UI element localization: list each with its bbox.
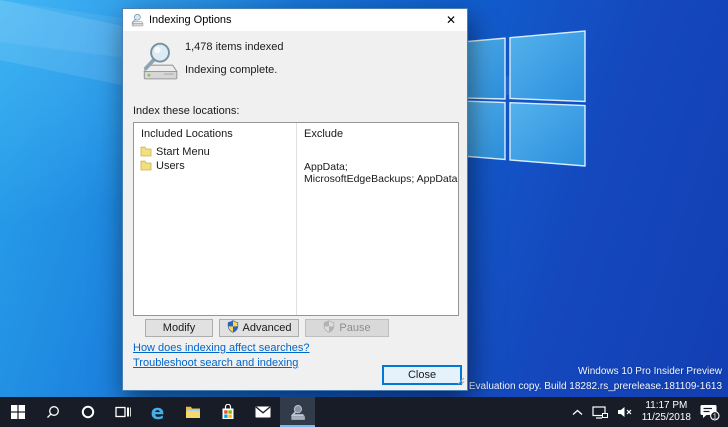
- indexed-locations-list[interactable]: Included Locations Exclude Start Menu Us…: [133, 122, 459, 316]
- store-icon: [222, 404, 233, 419]
- cortana-button[interactable]: [70, 397, 105, 427]
- link-how-indexing-affects-searches[interactable]: How does indexing affect searches?: [133, 342, 310, 354]
- watermark-line1: Windows 10 Pro Insider Preview: [578, 366, 722, 377]
- volume-muted-icon[interactable]: [617, 406, 633, 418]
- taskbar: e 11:17 PM 11/25/2018 1: [0, 397, 728, 427]
- taskbar-search-button[interactable]: [35, 397, 70, 427]
- task-view-icon: [114, 406, 131, 418]
- titlebar[interactable]: Indexing Options ✕: [123, 9, 467, 31]
- folder-icon: [140, 146, 152, 160]
- window-title: Indexing Options: [149, 14, 232, 26]
- system-tray: 11:17 PM 11/25/2018 1: [572, 397, 728, 427]
- list-item-start-menu[interactable]: Start Menu: [156, 146, 210, 158]
- indexing-status-text: Indexing complete.: [185, 64, 278, 76]
- tray-time: 11:17 PM: [645, 400, 688, 411]
- resize-grip[interactable]: [455, 375, 465, 388]
- start-button[interactable]: [0, 397, 35, 427]
- column-header-included: Included Locations: [141, 128, 233, 140]
- screen: Windows 10 Pro Insider Preview Evaluatio…: [0, 0, 728, 427]
- indexing-options-taskbar-button[interactable]: [280, 397, 315, 427]
- indexing-options-window: Indexing Options ✕ 1,478 items indexed I…: [122, 8, 468, 391]
- search-icon: [46, 406, 59, 418]
- file-explorer-icon: [185, 406, 200, 418]
- uac-shield-icon: [227, 320, 239, 336]
- edge-icon: e: [150, 400, 165, 424]
- uac-shield-icon-disabled: [323, 320, 335, 336]
- items-indexed-count: 1,478 items indexed: [185, 41, 284, 53]
- list-item-users[interactable]: Users: [156, 160, 185, 172]
- close-button-label: Close: [407, 369, 437, 381]
- advanced-button-label: Advanced: [242, 322, 292, 334]
- taskbar-spacer: [315, 397, 572, 427]
- advanced-button[interactable]: Advanced: [219, 319, 299, 337]
- windows-start-icon: [10, 405, 25, 419]
- column-divider: [296, 123, 297, 315]
- action-center-button[interactable]: 1: [700, 404, 720, 421]
- close-window-button[interactable]: ✕: [435, 9, 467, 31]
- clock[interactable]: 11:17 PM 11/25/2018: [642, 400, 691, 424]
- pause-button-disabled: Pause: [305, 319, 389, 337]
- tray-chevron-up-icon[interactable]: [572, 409, 583, 416]
- watermark-line2: Evaluation copy. Build 18282.rs_prerelea…: [468, 381, 722, 392]
- column-header-exclude: Exclude: [304, 128, 344, 140]
- mail-button[interactable]: [245, 397, 280, 427]
- indexing-status-icon: [138, 40, 180, 85]
- store-button[interactable]: [210, 397, 245, 427]
- notification-count: 1: [713, 411, 717, 420]
- users-exclude-value: AppData; MicrosoftEdgeBackups; AppData: [304, 161, 458, 185]
- link-troubleshoot-search-indexing[interactable]: Troubleshoot search and indexing: [133, 357, 298, 369]
- cortana-icon: [81, 405, 94, 419]
- pause-button-label: Pause: [339, 322, 371, 334]
- evaluation-watermark: Windows 10 Pro Insider Preview Evaluatio…: [469, 364, 722, 394]
- modify-button-label: Modify: [162, 322, 196, 334]
- locations-label: Index these locations:: [133, 105, 240, 117]
- indexing-options-icon: [130, 13, 144, 27]
- task-view-button[interactable]: [105, 397, 140, 427]
- folder-icon: [140, 160, 152, 174]
- modify-button[interactable]: Modify: [145, 319, 213, 337]
- tray-date: 11/25/2018: [641, 412, 691, 423]
- file-explorer-button[interactable]: [175, 397, 210, 427]
- network-icon[interactable]: [592, 405, 608, 419]
- close-button[interactable]: Close: [382, 365, 462, 385]
- edge-button[interactable]: e: [140, 397, 175, 427]
- mail-icon: [255, 406, 270, 418]
- indexing-options-icon: [290, 404, 306, 420]
